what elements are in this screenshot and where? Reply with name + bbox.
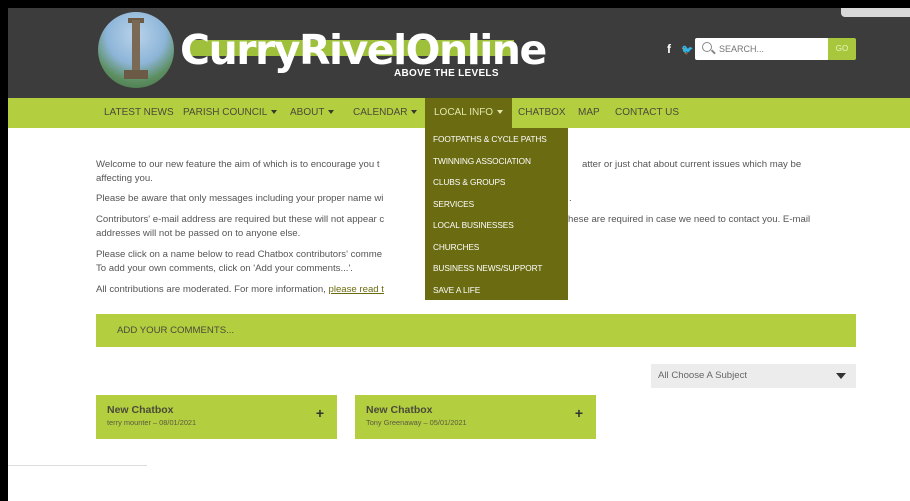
dropdown-save-a-life[interactable]: SAVE A LIFE: [433, 285, 480, 295]
nav-about[interactable]: ABOUT: [290, 98, 335, 128]
chatbox-card[interactable]: New Chatbox terry mounter – 08/01/2021 +: [96, 395, 337, 439]
moderation-link[interactable]: please read t: [329, 284, 384, 295]
intro-line-2b: .: [569, 193, 572, 204]
search-input[interactable]: [719, 41, 823, 57]
intro-line-4a: Please click on a name below to read Cha…: [96, 249, 383, 260]
nav-local-info-label: LOCAL INFO: [434, 107, 494, 118]
card-meta: Tony Greenaway – 05/01/2021: [366, 418, 467, 427]
dropdown-business-news[interactable]: BUSINESS NEWS/SUPPORT: [433, 263, 542, 273]
subject-select[interactable]: All Choose A Subject: [651, 364, 856, 388]
browser-page: CurryRivelOnline ABOVE THE LEVELS f 🐦 GO…: [8, 8, 910, 501]
dropdown-twinning[interactable]: TWINNING ASSOCIATION: [433, 156, 531, 166]
chevron-down-icon: [328, 110, 335, 115]
card-title: New Chatbox: [107, 404, 174, 416]
intro-line-1a: Welcome to our new feature the aim of wh…: [96, 159, 380, 170]
intro-line-4b: To add your own comments, click on 'Add …: [96, 263, 353, 274]
search-go-button[interactable]: GO: [828, 38, 856, 60]
twitter-icon[interactable]: 🐦: [681, 45, 693, 56]
nav-contact-us[interactable]: CONTACT US: [615, 98, 679, 128]
dropdown-clubs-groups[interactable]: CLUBS & GROUPS: [433, 177, 505, 187]
nav-local-info[interactable]: LOCAL INFO: [425, 98, 513, 128]
nav-about-label: ABOUT: [290, 107, 325, 118]
chevron-down-icon: [271, 110, 278, 115]
add-comments-button[interactable]: ADD YOUR COMMENTS...: [96, 314, 856, 347]
search-box: [695, 38, 829, 60]
divider: [8, 465, 147, 466]
dropdown-services[interactable]: SERVICES: [433, 199, 474, 209]
intro-line-3a: Contributors' e-mail address are require…: [96, 214, 385, 225]
intro-line-1b: atter or just chat about current issues …: [582, 159, 802, 170]
dropdown-churches[interactable]: CHURCHES: [433, 242, 479, 252]
intro-line-1c: affecting you.: [96, 173, 153, 184]
intro-line-5: All contributions are moderated. For mor…: [96, 283, 384, 297]
site-header: CurryRivelOnline ABOVE THE LEVELS f 🐦 GO: [8, 8, 910, 98]
dropdown-arrow-icon: [836, 373, 846, 379]
chevron-down-icon: [497, 110, 504, 115]
intro-line-3b: hese are required in case we need to con…: [568, 214, 811, 225]
nav-parish-council-label: PARISH COUNCIL: [183, 107, 268, 118]
nav-latest-news[interactable]: LATEST NEWS: [104, 98, 174, 128]
logo-monument-icon[interactable]: [98, 12, 174, 88]
plus-icon[interactable]: +: [316, 405, 324, 421]
plus-icon[interactable]: +: [575, 405, 583, 421]
subject-select-value: All Choose A Subject: [658, 370, 748, 381]
intro-line-3c: addresses will not be passed on to anyon…: [96, 228, 301, 239]
dropdown-local-businesses[interactable]: LOCAL BUSINESSES: [433, 220, 514, 230]
site-tagline: ABOVE THE LEVELS: [394, 68, 499, 79]
card-meta: terry mounter – 08/01/2021: [107, 418, 197, 427]
search-icon: [702, 42, 712, 52]
chevron-down-icon: [411, 110, 418, 115]
nav-parish-council[interactable]: PARISH COUNCIL: [183, 98, 278, 128]
moderation-text: All contributions are moderated. For mor…: [96, 284, 329, 295]
main-nav: LATEST NEWS PARISH COUNCIL ABOUT CALENDA…: [8, 98, 910, 128]
nav-chatbox[interactable]: CHATBOX: [518, 98, 566, 128]
corner-tab[interactable]: [841, 8, 910, 17]
facebook-icon[interactable]: f: [667, 42, 671, 56]
nav-calendar-label: CALENDAR: [353, 107, 408, 118]
intro-line-2a: Please be aware that only messages inclu…: [96, 193, 384, 204]
nav-map[interactable]: MAP: [578, 98, 600, 128]
chatbox-card[interactable]: New Chatbox Tony Greenaway – 05/01/2021 …: [355, 395, 596, 439]
local-info-dropdown: FOOTPATHS & CYCLE PATHS TWINNING ASSOCIA…: [425, 128, 568, 300]
card-title: New Chatbox: [366, 404, 433, 416]
nav-calendar[interactable]: CALENDAR: [353, 98, 418, 128]
site-logo-text[interactable]: CurryRivelOnline: [180, 26, 547, 74]
dropdown-footpaths[interactable]: FOOTPATHS & CYCLE PATHS: [433, 134, 547, 144]
